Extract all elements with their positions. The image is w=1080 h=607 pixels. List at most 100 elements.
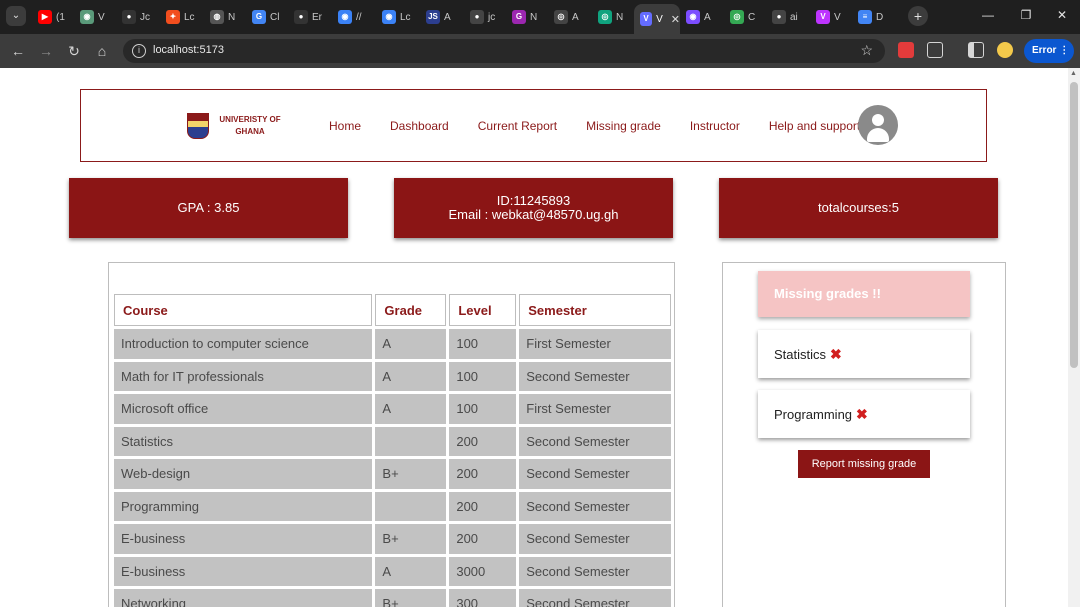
nav-link-instructor[interactable]: Instructor [690, 119, 740, 133]
tab-search-button[interactable]: ⌄ [6, 6, 26, 26]
browser-tab[interactable]: V V ✕ [634, 4, 680, 34]
nav-link-dashboard[interactable]: Dashboard [390, 119, 449, 133]
grades-table: Course Grade Level Semester Introduction… [111, 291, 674, 607]
tab-label: C [748, 11, 756, 23]
avatar-head [872, 114, 884, 126]
nav-link-help-and-support[interactable]: Help and support [769, 119, 860, 133]
back-icon[interactable]: ← [9, 42, 27, 60]
chatgpt-icon: ◎ [598, 10, 612, 24]
tab-label: V [98, 11, 105, 23]
tab-label: Lc [400, 11, 411, 23]
tab-label: (1 [56, 11, 65, 23]
error-label: Error [1032, 45, 1057, 56]
browser-tab[interactable]: ✦ Lc [160, 4, 204, 30]
browser-tab[interactable]: ≡ D [852, 4, 894, 30]
cell-course: E-business [114, 524, 373, 554]
github-icon: ● [772, 10, 786, 24]
cell-level: 300 [449, 589, 517, 607]
tab-label: D [876, 11, 884, 23]
scrollbar-thumb[interactable] [1070, 82, 1078, 368]
missing-grade-item[interactable]: Statistics ✖ [758, 330, 970, 378]
browser-tab[interactable]: ● Er [288, 4, 332, 30]
page-scrollbar[interactable]: ▲ [1068, 68, 1080, 607]
close-tab-icon[interactable]: ✕ [671, 13, 680, 26]
cell-course: E-business [114, 556, 373, 586]
missing-item-label: Statistics [774, 347, 827, 362]
cell-semester: Second Semester [519, 361, 671, 391]
site-info-icon[interactable]: i [132, 44, 146, 58]
browser-tab[interactable]: VV [810, 4, 852, 30]
nav-links: Home Dashboard Current Report Missing gr… [329, 119, 889, 133]
table-row: Networking B+ 300 Second Semester [114, 589, 671, 607]
vite-icon: V [640, 12, 653, 26]
side-panel-icon[interactable] [968, 42, 984, 58]
browser-tab[interactable]: ● Jc [116, 4, 160, 30]
table-row: Web-design B+ 200 Second Semester [114, 459, 671, 489]
browser-tab[interactable]: ▶ (1 [32, 4, 74, 30]
profile-avatar-icon[interactable] [997, 42, 1013, 58]
cell-level: 100 [449, 361, 517, 391]
browser-tab[interactable]: ◎ C [724, 4, 766, 30]
browser-tab[interactable]: ◉ A [680, 4, 724, 30]
forward-icon[interactable]: → [37, 42, 55, 60]
browser-tab[interactable]: ◎ N [592, 4, 634, 30]
minimize-icon[interactable]: — [978, 8, 998, 22]
nav-link-missing-grade[interactable]: Missing grade [586, 119, 661, 133]
browser-tab[interactable]: GN [506, 4, 548, 30]
cell-grade: B+ [375, 459, 447, 489]
cell-grade: B+ [375, 589, 447, 607]
browser-tab[interactable]: G Cl [246, 4, 288, 30]
globe-icon: ◍ [210, 10, 224, 24]
restore-icon[interactable]: ❐ [1016, 8, 1036, 22]
openai-icon: ◎ [554, 10, 568, 24]
browser-tab[interactable]: ● ai [766, 4, 810, 30]
home-icon[interactable]: ⌂ [93, 42, 111, 60]
cell-grade: A [375, 361, 447, 391]
browser-tab[interactable]: ◎ A [548, 4, 592, 30]
remove-x-icon[interactable]: ✖ [856, 406, 868, 422]
bookmark-star-icon[interactable]: ☆ [860, 42, 873, 59]
report-missing-grade-button[interactable]: Report missing grade [798, 450, 930, 478]
extensions-puzzle-icon[interactable] [927, 42, 943, 58]
cell-level: 200 [449, 491, 517, 521]
user-avatar-icon[interactable] [858, 105, 898, 145]
cell-semester: Second Semester [519, 524, 671, 554]
remove-x-icon[interactable]: ✖ [830, 346, 842, 362]
close-window-icon[interactable]: ✕ [1052, 8, 1072, 22]
cell-semester: Second Semester [519, 556, 671, 586]
browser-tab[interactable]: ◍ N [204, 4, 246, 30]
cell-grade: B+ [375, 524, 447, 554]
missing-item-label: Programming [774, 407, 853, 422]
missing-grade-item[interactable]: Programming ✖ [758, 390, 970, 438]
browser-tab[interactable]: ◉ // [332, 4, 376, 30]
table-row: Microsoft office A 100 First Semester [114, 394, 671, 424]
browser-tab[interactable]: JS A [420, 4, 464, 30]
browser-tab[interactable]: ◉ Lc [376, 4, 420, 30]
youtube-icon: ▶ [38, 10, 52, 24]
cell-semester: First Semester [519, 329, 671, 359]
cell-course: Programming [114, 491, 373, 521]
student-email: Email : webkat@48570.ug.gh [448, 207, 619, 222]
browser-tab[interactable]: ● jc [464, 4, 506, 30]
extension-icon[interactable] [898, 42, 914, 58]
reload-icon[interactable]: ↻ [65, 42, 83, 60]
nav-link-home[interactable]: Home [329, 119, 361, 133]
browser-tab[interactable]: ◉ V [74, 4, 116, 30]
cell-level: 200 [449, 524, 517, 554]
figma-icon: ✦ [166, 10, 180, 24]
cell-level: 100 [449, 329, 517, 359]
nav-link-current-report[interactable]: Current Report [478, 119, 557, 133]
tab-label: Lc [184, 11, 195, 23]
error-button[interactable]: Error ⋮ [1024, 39, 1074, 63]
university-logo[interactable]: UNIVERISTY OF GHANA [185, 110, 295, 144]
table-header-row: Course Grade Level Semester [114, 294, 671, 326]
tab-label: V [656, 13, 663, 25]
new-tab-button[interactable]: + [908, 6, 928, 26]
column-header-course: Course [114, 294, 373, 326]
address-bar[interactable]: i localhost:5173 ☆ [123, 39, 885, 63]
scroll-up-icon[interactable]: ▲ [1070, 70, 1077, 77]
github-icon: ● [122, 10, 136, 24]
cell-level: 200 [449, 426, 517, 456]
tab-label: // [356, 11, 362, 23]
gpa-card: GPA : 3.85 [69, 178, 348, 238]
